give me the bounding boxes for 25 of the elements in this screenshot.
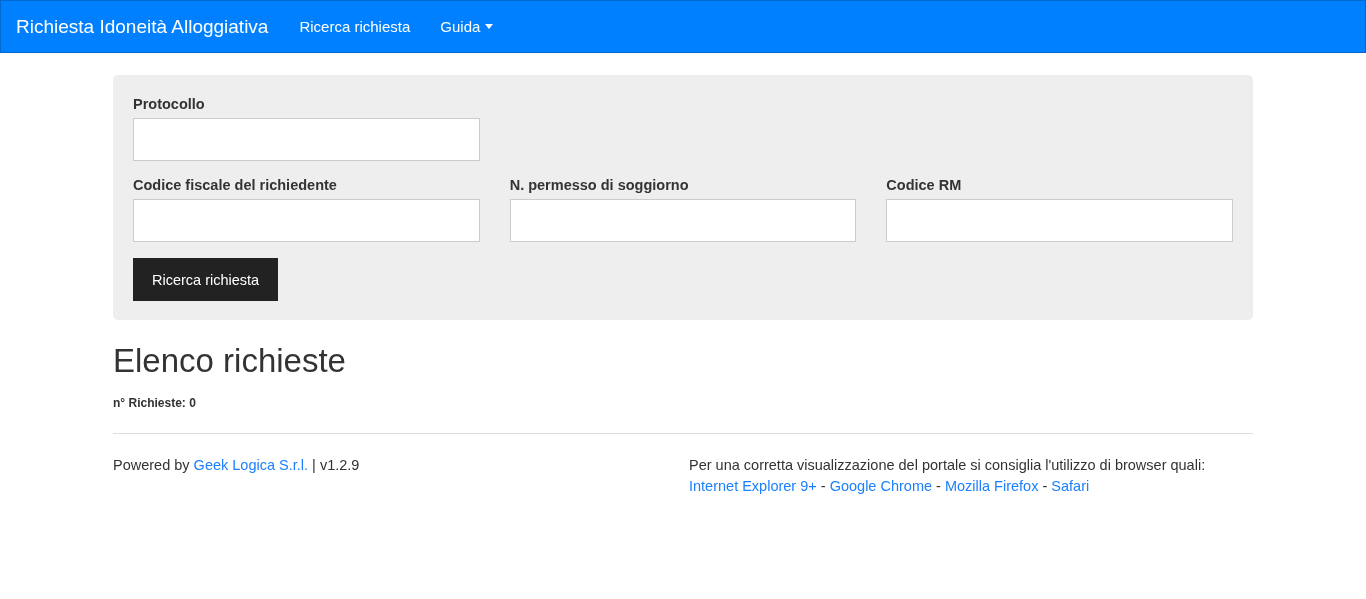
nav-link[interactable]: Guida — [425, 18, 509, 35]
input-field[interactable] — [509, 199, 857, 242]
result-count: n° Richieste: 0 — [113, 396, 197, 410]
input-field[interactable] — [886, 199, 1233, 242]
section-title: Elenco richieste — [113, 342, 347, 380]
brand-link[interactable]: Richiesta Idoneità Alloggiativa — [16, 15, 269, 38]
field-label: Codice fiscale del richiedente — [133, 177, 338, 193]
search-button[interactable]: Ricerca richiesta — [133, 258, 279, 301]
browser-link[interactable]: Google Chrome — [829, 478, 933, 494]
nav-link[interactable]: Ricerca richiesta — [284, 18, 426, 35]
browser-link[interactable]: Safari — [1051, 478, 1090, 494]
field-label: Codice RM — [886, 177, 963, 193]
separator-text: - — [819, 478, 827, 494]
separator-text: - — [1041, 478, 1049, 494]
input-field[interactable] — [133, 199, 480, 242]
field-label: N. permesso di soggiorno — [509, 177, 690, 193]
separator-text: - — [935, 478, 942, 494]
input-field[interactable] — [133, 118, 480, 161]
company-link[interactable]: Geek Logica S.r.l. — [193, 457, 309, 473]
powered-by-text: Powered by Geek Logica S.r.l. | v1.2.9 — [113, 456, 360, 475]
browser-link[interactable]: Internet Explorer 9+ — [689, 478, 817, 494]
field-label: Protocollo — [133, 96, 206, 112]
caret-icon — [485, 24, 494, 29]
browser-notice: Per una corretta visualizzazione del portale si consiglia l'utilizzo di browser quali: — [689, 456, 1207, 475]
browser-link[interactable]: Mozilla Firefox — [944, 478, 1039, 494]
